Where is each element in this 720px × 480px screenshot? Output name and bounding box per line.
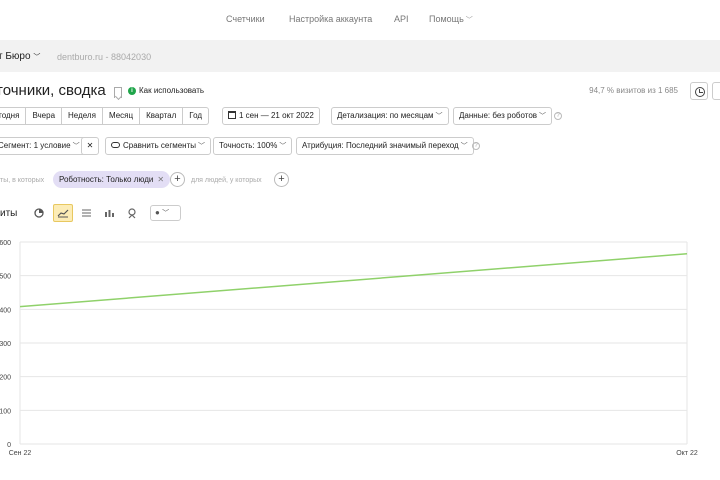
period-month[interactable]: Месяц (102, 107, 141, 125)
close-icon: ✕ (86, 141, 94, 150)
y-tick-label: 400 (0, 307, 11, 314)
attribution-dropdown[interactable]: Атрибуция: Последний значимый переход ﹀ (296, 137, 474, 155)
nav-help[interactable]: Помощь ﹀ (429, 14, 473, 25)
x-tick-label: Сен 22 (9, 450, 32, 457)
calendar-icon (228, 111, 236, 119)
visits-sample-info: 94,7 % визитов из 1 685 (589, 86, 678, 95)
people-filter-text: для людей, у которых (191, 177, 262, 184)
comment-icon: ● (155, 208, 160, 217)
clear-segment-button[interactable]: ✕ (81, 137, 99, 155)
nav-account-settings[interactable]: Настройка аккаунта (289, 14, 372, 24)
how-to-link[interactable]: i Как использовать (128, 86, 204, 95)
chevron-down-icon: ﹀ (460, 143, 468, 150)
y-tick-label: 300 (0, 341, 11, 348)
help-icon[interactable]: ? (554, 112, 562, 120)
y-tick-label: 500 (0, 274, 11, 281)
series-line (19, 253, 688, 308)
segment-dropdown[interactable]: Сегмент: 1 условие ﹀ (0, 137, 86, 155)
area-chart-icon[interactable] (76, 204, 96, 222)
filter-chip-robotness[interactable]: Роботность: Только люди ✕ (53, 171, 171, 188)
accuracy-dropdown[interactable]: Точность: 100% ﹀ (213, 137, 293, 155)
data-dropdown[interactable]: Данные: без роботов ﹀ (453, 107, 553, 125)
bookmark-icon[interactable] (114, 87, 122, 98)
add-filter-button[interactable]: + (170, 172, 185, 187)
how-to-label: Как использовать (139, 86, 205, 95)
metric-label: иты (0, 208, 18, 219)
date-range-button[interactable]: 1 сен — 21 окт 2022 (222, 107, 320, 125)
counter-info: dentburo.ru - 88042030 (57, 52, 152, 62)
pie-chart-icon[interactable] (29, 204, 49, 222)
date-range-label: 1 сен — 21 окт 2022 (239, 111, 314, 120)
chevron-down-icon: ﹀ (72, 143, 80, 150)
map-pin-icon[interactable] (122, 204, 142, 222)
filter-prefix: ты, в которых (0, 177, 45, 184)
period-yesterday[interactable]: Вчера (26, 107, 63, 125)
period-quarter[interactable]: Квартал (140, 107, 184, 125)
period-today[interactable]: годня (0, 107, 27, 125)
nav-counters[interactable]: Счетчики (226, 14, 265, 24)
nav-api[interactable]: API (394, 14, 409, 24)
accuracy-label: Точность: 100% (219, 141, 278, 150)
nav-help-label: Помощь (429, 14, 464, 24)
detail-label: Детализация: по месяцам (337, 111, 434, 120)
compare-label: Сравнить сегменты (123, 141, 197, 150)
chevron-down-icon: ﹀ (33, 54, 41, 61)
period-year[interactable]: Год (183, 107, 210, 125)
segment-label: Сегмент: 1 условие (0, 141, 71, 150)
compare-icon (111, 142, 120, 148)
period-selector: годня Вчера Неделя Месяц Квартал Год (0, 107, 210, 125)
close-icon[interactable]: ✕ (157, 175, 164, 184)
y-tick-label: 200 (0, 375, 11, 382)
line-chart-icon[interactable] (53, 204, 73, 222)
add-people-filter-button[interactable]: + (274, 172, 289, 187)
chevron-down-icon: ﹀ (198, 143, 206, 150)
export-icon[interactable] (712, 82, 720, 100)
filter-chip-label: Роботность: Только люди (59, 175, 154, 184)
help-icon[interactable]: ? (472, 142, 480, 150)
y-tick-label: 600 (0, 240, 11, 247)
top-nav: Счетчики Настройка аккаунта API Помощь ﹀ (0, 0, 720, 38)
y-tick-label: 0 (7, 442, 11, 449)
y-tick-label: 100 (0, 408, 11, 415)
bar-chart-icon[interactable] (99, 204, 119, 222)
title-row: точники, сводка i Как использовать 94,7 %… (0, 80, 720, 104)
page-title: точники, сводка (0, 82, 106, 99)
counter-bar: т Бюро ﹀ dentburo.ru - 88042030 (0, 40, 720, 72)
compare-segments-dropdown[interactable]: Сравнить сегменты ﹀ (105, 137, 212, 155)
info-icon: i (128, 86, 136, 95)
attribution-label: Атрибуция: Последний значимый переход (302, 141, 459, 150)
chevron-down-icon: ﹀ (435, 113, 443, 120)
data-label: Данные: без роботов (459, 111, 538, 120)
x-tick-label: Окт 22 (676, 450, 698, 457)
counter-selector[interactable]: т Бюро ﹀ (0, 51, 40, 62)
visits-chart: 600 500 400 300 200 100 0 Сен 22 Окт 22 (0, 232, 720, 462)
chevron-down-icon: ﹀ (162, 210, 170, 217)
counter-name: т Бюро (0, 51, 31, 62)
chevron-down-icon: ﹀ (539, 113, 547, 120)
detail-dropdown[interactable]: Детализация: по месяцам ﹀ (331, 107, 449, 125)
chart-svg: 600 500 400 300 200 100 0Сен 22 Окт 22 (0, 240, 698, 457)
period-week[interactable]: Неделя (62, 107, 103, 125)
chevron-down-icon: ﹀ (279, 143, 287, 150)
chevron-down-icon: ﹀ (465, 17, 473, 24)
history-clock-icon[interactable] (690, 82, 708, 100)
annotations-dropdown[interactable]: ● ﹀ (150, 205, 181, 221)
